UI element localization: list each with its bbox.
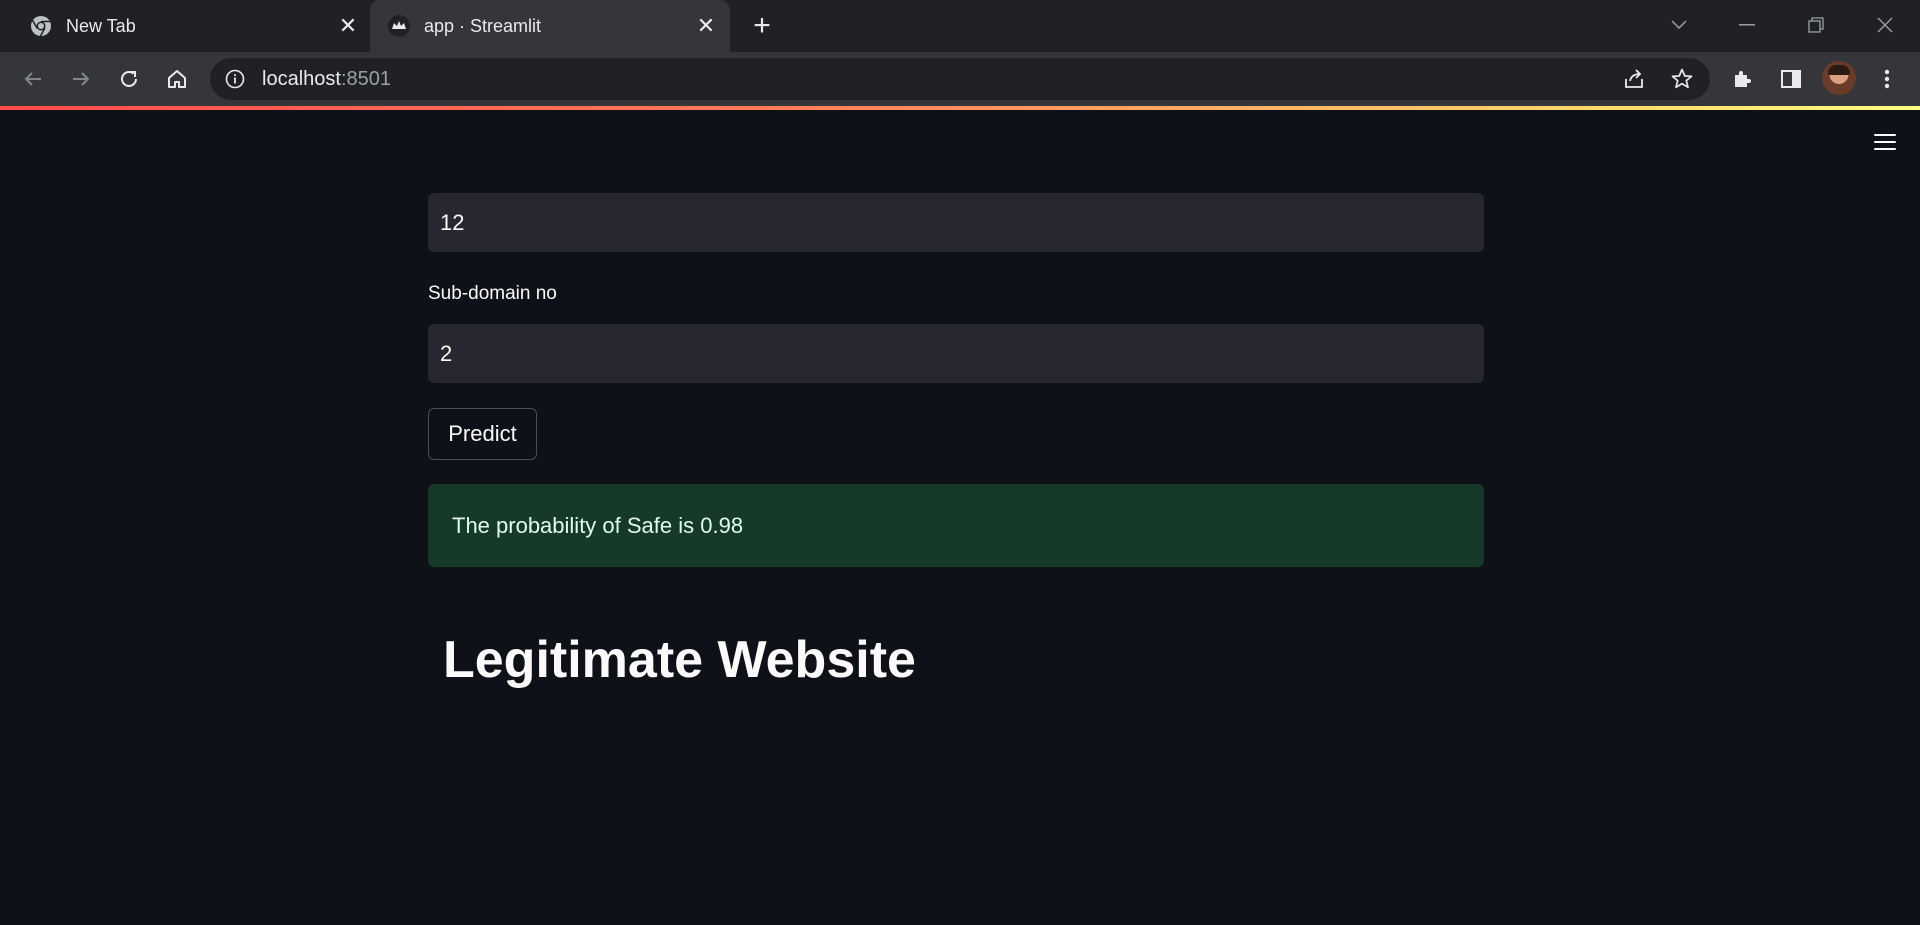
new-tab-button[interactable]: +	[748, 11, 776, 41]
restore-icon[interactable]	[1801, 10, 1831, 40]
close-icon[interactable]: ✕	[694, 13, 718, 38]
address-bar[interactable]: localhost:8501	[210, 58, 1710, 100]
home-icon[interactable]	[162, 64, 192, 94]
tab-streamlit-app[interactable]: app · Streamlit ✕	[370, 0, 730, 52]
side-panel-icon[interactable]	[1776, 64, 1806, 94]
share-icon[interactable]	[1620, 65, 1648, 93]
url-host: localhost	[262, 68, 341, 90]
tab-new-tab[interactable]: New Tab ✕	[0, 0, 370, 52]
forward-icon[interactable]	[66, 64, 96, 94]
profile-avatar[interactable]	[1822, 61, 1856, 95]
streamlit-app: 12 Sub-domain no 2 Predict The probabili…	[0, 110, 1920, 925]
predict-button[interactable]: Predict	[428, 408, 537, 460]
reload-icon[interactable]	[114, 64, 144, 94]
number-input-field[interactable]: 12	[428, 193, 1484, 252]
bookmark-star-icon[interactable]	[1668, 65, 1696, 93]
close-window-icon[interactable]	[1870, 10, 1900, 40]
tab-label: app · Streamlit	[424, 16, 542, 36]
back-icon[interactable]	[18, 64, 48, 94]
more-menu-icon[interactable]	[1872, 64, 1902, 94]
info-icon[interactable]	[225, 69, 245, 89]
subdomain-input[interactable]: 2	[428, 324, 1484, 383]
url-text: localhost:8501	[262, 68, 391, 90]
close-icon[interactable]: ✕	[336, 13, 360, 38]
tab-search-icon[interactable]	[1664, 10, 1694, 40]
url-port: :8501	[340, 68, 391, 90]
extensions-icon[interactable]	[1728, 64, 1758, 94]
result-heading: Legitimate Website	[443, 631, 916, 689]
hamburger-menu-icon[interactable]	[1874, 134, 1896, 152]
browser-toolbar: localhost:8501	[0, 52, 1920, 106]
browser-tab-bar: New Tab ✕ app · Streamlit ✕ +	[0, 0, 1920, 52]
success-alert: The probability of Safe is 0.98	[428, 484, 1484, 567]
tab-label: New Tab	[66, 16, 136, 36]
subdomain-label: Sub-domain no	[428, 283, 557, 304]
streamlit-icon	[388, 15, 410, 37]
minimize-icon[interactable]	[1732, 10, 1762, 40]
chrome-icon	[30, 15, 52, 37]
